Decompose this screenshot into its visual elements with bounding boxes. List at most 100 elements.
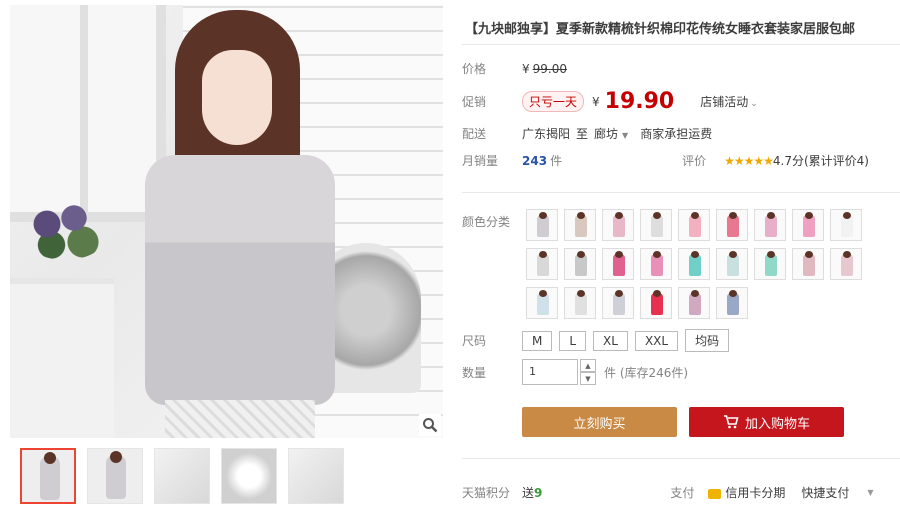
- color-swatch[interactable]: [678, 287, 710, 319]
- color-swatch[interactable]: [754, 209, 786, 241]
- payment-label: 支付: [670, 486, 695, 500]
- color-label-row: 颜色分类: [462, 213, 522, 230]
- color-swatch[interactable]: [602, 248, 634, 280]
- swatch-figure: [537, 212, 549, 237]
- swatch-figure: [803, 212, 815, 237]
- size-option[interactable]: XXL: [634, 331, 679, 351]
- thumbnail-strip: [20, 448, 344, 504]
- swatch-figure: [765, 212, 777, 237]
- sales-unit: 件: [550, 154, 563, 168]
- color-swatch[interactable]: [830, 248, 862, 280]
- promo-currency: ¥: [592, 94, 600, 109]
- price-label: 价格: [462, 62, 487, 76]
- shop-activity-label: 店铺活动: [700, 95, 749, 109]
- promo-label: 促销: [462, 95, 487, 109]
- color-swatch[interactable]: [716, 209, 748, 241]
- express-pay: 快捷支付: [801, 486, 850, 500]
- quantity-label: 数量: [462, 365, 487, 380]
- size-option[interactable]: XL: [593, 331, 628, 351]
- cart-icon: [723, 415, 739, 429]
- add-to-cart-label: 加入购物车: [744, 416, 810, 432]
- background-table: [10, 277, 114, 438]
- color-swatch[interactable]: [678, 248, 710, 280]
- swatch-figure: [841, 251, 853, 276]
- swatch-figure: [689, 290, 701, 315]
- color-swatch[interactable]: [564, 209, 596, 241]
- credit-installment: 信用卡分期: [708, 484, 785, 501]
- title-divider: [462, 44, 900, 45]
- background-flowers: [20, 200, 110, 260]
- thumbnail-5[interactable]: [288, 448, 344, 504]
- ship-to-word: 至: [576, 127, 589, 141]
- product-title: 【九块邮独享】夏季新款精梳针织棉印花传统女睡衣套装家居服包邮: [465, 22, 856, 37]
- thumbnail-1[interactable]: [20, 448, 76, 504]
- swatch-figure: [727, 251, 739, 276]
- pajama-top: [145, 155, 335, 405]
- add-to-cart-button[interactable]: 加入购物车: [689, 407, 844, 437]
- stock-note: 件 (库存246件): [604, 365, 689, 380]
- chevron-down-icon: ⌄: [750, 99, 758, 109]
- color-swatch[interactable]: [716, 287, 748, 319]
- buy-now-button[interactable]: 立刻购买: [522, 407, 677, 437]
- swatch-figure: [727, 290, 739, 315]
- size-option[interactable]: 均码: [685, 329, 730, 352]
- spec-divider: [462, 192, 900, 193]
- review-count-link[interactable]: (累计评价4): [804, 152, 869, 169]
- shop-activity-dropdown[interactable]: 店铺活动 ⌄: [700, 93, 758, 110]
- swatch-figure: [651, 290, 663, 315]
- color-swatch[interactable]: [754, 248, 786, 280]
- color-swatch[interactable]: [526, 209, 558, 241]
- color-swatch[interactable]: [526, 248, 558, 280]
- swatch-figure: [689, 251, 701, 276]
- swatch-figure: [537, 251, 549, 276]
- quantity-increase-button[interactable]: ▲: [580, 359, 596, 372]
- color-label: 颜色分类: [462, 215, 511, 229]
- size-row: 尺码 M L XL XXL 均码: [462, 329, 736, 352]
- ship-destination-dropdown[interactable]: 廊坊 ▼: [594, 125, 628, 142]
- quantity-decrease-button[interactable]: ▼: [580, 372, 596, 385]
- color-swatch[interactable]: [792, 248, 824, 280]
- swatch-figure: [651, 251, 663, 276]
- model-face: [202, 50, 272, 145]
- size-option[interactable]: L: [559, 331, 587, 351]
- ship-destination: 廊坊: [594, 127, 619, 141]
- footer-row: 天猫积分 送 9 支付 信用卡分期 快捷支付 ▼: [462, 484, 882, 501]
- swatch-figure: [613, 290, 625, 315]
- thumbnail-3[interactable]: [154, 448, 210, 504]
- rating-score: 4.7分: [772, 154, 804, 168]
- color-swatch[interactable]: [792, 209, 824, 241]
- color-swatch[interactable]: [602, 287, 634, 319]
- main-product-image[interactable]: [10, 5, 443, 438]
- swatch-figure: [537, 290, 549, 315]
- thumbnail-4[interactable]: [221, 448, 277, 504]
- promo-row: 促销 只亏一天 ¥ 19.90 店铺活动 ⌄: [462, 89, 758, 114]
- original-price: 99.00: [532, 61, 567, 76]
- color-swatch[interactable]: [716, 248, 748, 280]
- color-swatch[interactable]: [526, 287, 558, 319]
- quantity-input[interactable]: 1: [522, 359, 578, 385]
- size-option[interactable]: M: [522, 331, 553, 351]
- size-options: M L XL XXL 均码: [522, 329, 736, 352]
- points-label: 天猫积分: [462, 486, 511, 500]
- zoom-magnifier-icon[interactable]: [419, 414, 441, 436]
- swatch-figure: [613, 212, 625, 237]
- points-prefix: 送: [522, 486, 535, 500]
- swatch-figure: [841, 212, 853, 237]
- payment-expand-icon[interactable]: ▼: [867, 488, 873, 497]
- points-value: 9: [534, 485, 543, 500]
- color-swatch[interactable]: [830, 209, 862, 241]
- thumbnail-2[interactable]: [87, 448, 143, 504]
- color-swatch[interactable]: [640, 287, 672, 319]
- color-swatch[interactable]: [564, 248, 596, 280]
- color-swatch[interactable]: [564, 287, 596, 319]
- ship-from: 广东揭阳: [522, 127, 571, 141]
- color-swatch[interactable]: [602, 209, 634, 241]
- price-row: 价格 ¥ 99.00: [462, 60, 567, 77]
- color-swatch[interactable]: [640, 209, 672, 241]
- color-swatch[interactable]: [640, 248, 672, 280]
- size-label: 尺码: [462, 334, 487, 348]
- pajama-pants: [165, 400, 315, 438]
- swatch-figure: [803, 251, 815, 276]
- color-swatch[interactable]: [678, 209, 710, 241]
- swatch-figure: [651, 212, 663, 237]
